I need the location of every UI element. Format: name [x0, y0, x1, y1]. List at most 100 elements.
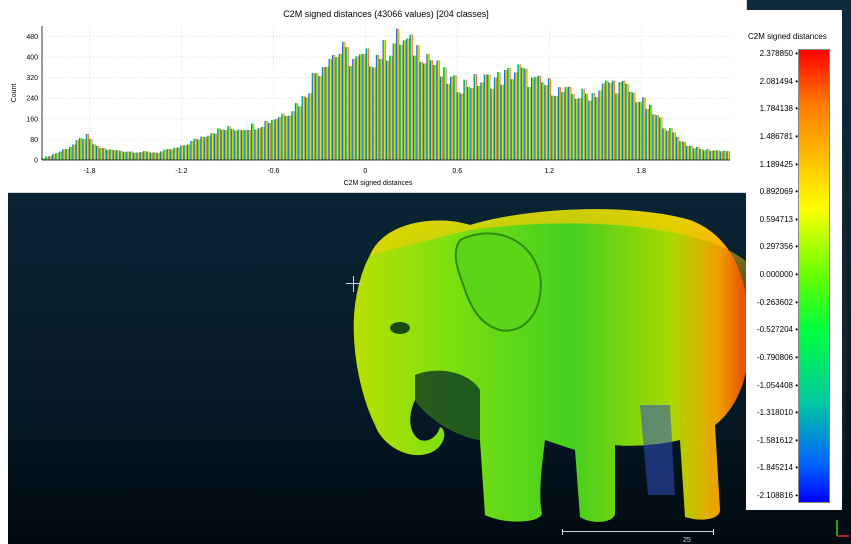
- histogram-bar: [544, 85, 548, 160]
- histogram-bar: [52, 154, 56, 160]
- histogram-bar: [507, 67, 511, 160]
- x-tick-label: 1.2: [544, 168, 554, 175]
- histogram-bar: [642, 97, 646, 160]
- histogram-bar: [692, 148, 696, 160]
- histogram-bar: [160, 151, 164, 160]
- histogram-bar: [541, 82, 545, 160]
- histogram-bar: [527, 87, 531, 160]
- histogram-bar: [716, 150, 720, 160]
- color-scale-label: 2.081494 •: [759, 76, 798, 86]
- histogram-bar: [89, 138, 93, 160]
- histogram-bar: [514, 72, 518, 160]
- elephant-point-cloud[interactable]: [330, 195, 760, 530]
- histogram-bar: [588, 100, 592, 160]
- histogram-bar: [396, 28, 400, 161]
- histogram-bar: [446, 83, 450, 160]
- histogram-bar: [99, 148, 103, 160]
- histogram-bar: [82, 138, 86, 160]
- x-tick-label: -0.6: [267, 168, 279, 175]
- histogram-bar: [625, 83, 629, 160]
- histogram-bar: [251, 123, 255, 160]
- color-scale-label: -0.790806 •: [756, 352, 798, 362]
- histogram-bar: [682, 141, 686, 160]
- histogram-bar: [477, 85, 481, 160]
- histogram-bar: [146, 151, 150, 160]
- histogram-bar: [524, 68, 528, 160]
- histogram-bar: [112, 150, 116, 160]
- histogram-bar: [635, 102, 639, 160]
- histogram-bar: [686, 145, 690, 160]
- histogram-panel[interactable]: C2M signed distances (43066 values) [204…: [8, 0, 747, 193]
- histogram-bar: [129, 151, 133, 160]
- histogram-bar: [632, 92, 636, 160]
- histogram-bar: [338, 53, 342, 160]
- histogram-bar: [608, 82, 612, 160]
- histogram-bar: [203, 137, 207, 160]
- histogram-bar: [598, 90, 602, 160]
- histogram-bar: [649, 104, 653, 160]
- histogram-bar: [284, 115, 288, 160]
- histogram-bar: [412, 55, 417, 161]
- histogram-bar: [173, 147, 177, 160]
- x-tick-label: 0.6: [452, 168, 462, 175]
- histogram-bar: [584, 93, 589, 160]
- color-scale-label: 0.594713 •: [759, 214, 798, 224]
- histogram-bar: [58, 151, 62, 160]
- histogram-bar: [470, 88, 474, 160]
- histogram-bar: [659, 117, 663, 160]
- histogram-bar: [92, 144, 96, 160]
- histogram-bar: [75, 140, 79, 160]
- x-tick-label: -1.2: [175, 168, 187, 175]
- histogram-bar: [372, 67, 376, 160]
- histogram-bar: [709, 150, 713, 160]
- histogram-bar: [450, 76, 454, 160]
- axis-gizmo-icon: [836, 520, 849, 537]
- histogram-bar: [85, 133, 89, 160]
- histogram-bar: [321, 67, 325, 160]
- histogram-bar: [187, 144, 191, 160]
- histogram-bar: [547, 78, 551, 160]
- histogram-bar: [672, 132, 676, 160]
- histogram-bar: [230, 128, 234, 160]
- histogram-bar: [429, 60, 433, 161]
- histogram-bar: [156, 152, 160, 160]
- y-tick-label: 400: [26, 54, 38, 61]
- histogram-bar: [72, 144, 76, 160]
- histogram-bar: [703, 150, 707, 160]
- histogram-bar: [362, 53, 366, 161]
- histogram-bar: [456, 92, 460, 160]
- histogram-bar: [45, 156, 49, 160]
- histogram-bar: [318, 76, 322, 160]
- x-tick-label: -1.8: [83, 168, 95, 175]
- histogram-bar: [423, 63, 427, 160]
- histogram-bar: [460, 93, 464, 160]
- histogram-bar: [581, 88, 585, 160]
- histogram-bar: [291, 111, 295, 160]
- histogram-bar: [676, 136, 680, 160]
- elephant-shadow: [415, 370, 480, 440]
- histogram-bar: [382, 39, 386, 160]
- histogram-bar: [288, 115, 292, 160]
- color-scale-label: -1.845214 •: [756, 463, 798, 473]
- histogram-bar: [136, 152, 140, 160]
- histogram-bar: [301, 95, 305, 160]
- histogram-bar: [399, 44, 403, 160]
- color-scale-label: -0.527204 •: [756, 325, 798, 335]
- histogram-bar: [342, 41, 346, 160]
- histogram-bar: [79, 138, 83, 160]
- histogram-bar: [180, 145, 184, 160]
- histogram-bar: [267, 122, 272, 160]
- histogram-bar: [106, 149, 110, 160]
- histogram-bar: [652, 114, 656, 160]
- color-scale-label: 2.378850 •: [759, 49, 798, 58]
- histogram-bar: [638, 101, 643, 160]
- 3d-viewport[interactable]: C2M signed distances (43066 values) [204…: [0, 0, 851, 544]
- histogram-bar: [332, 55, 336, 160]
- histogram-bar: [95, 145, 100, 160]
- histogram-bar: [183, 145, 187, 160]
- color-scale-label: 0.892069 •: [759, 187, 798, 197]
- histogram-bar: [463, 79, 467, 160]
- histogram-bar: [605, 80, 609, 160]
- histogram-bar: [308, 93, 312, 160]
- scale-label: 25: [683, 537, 691, 544]
